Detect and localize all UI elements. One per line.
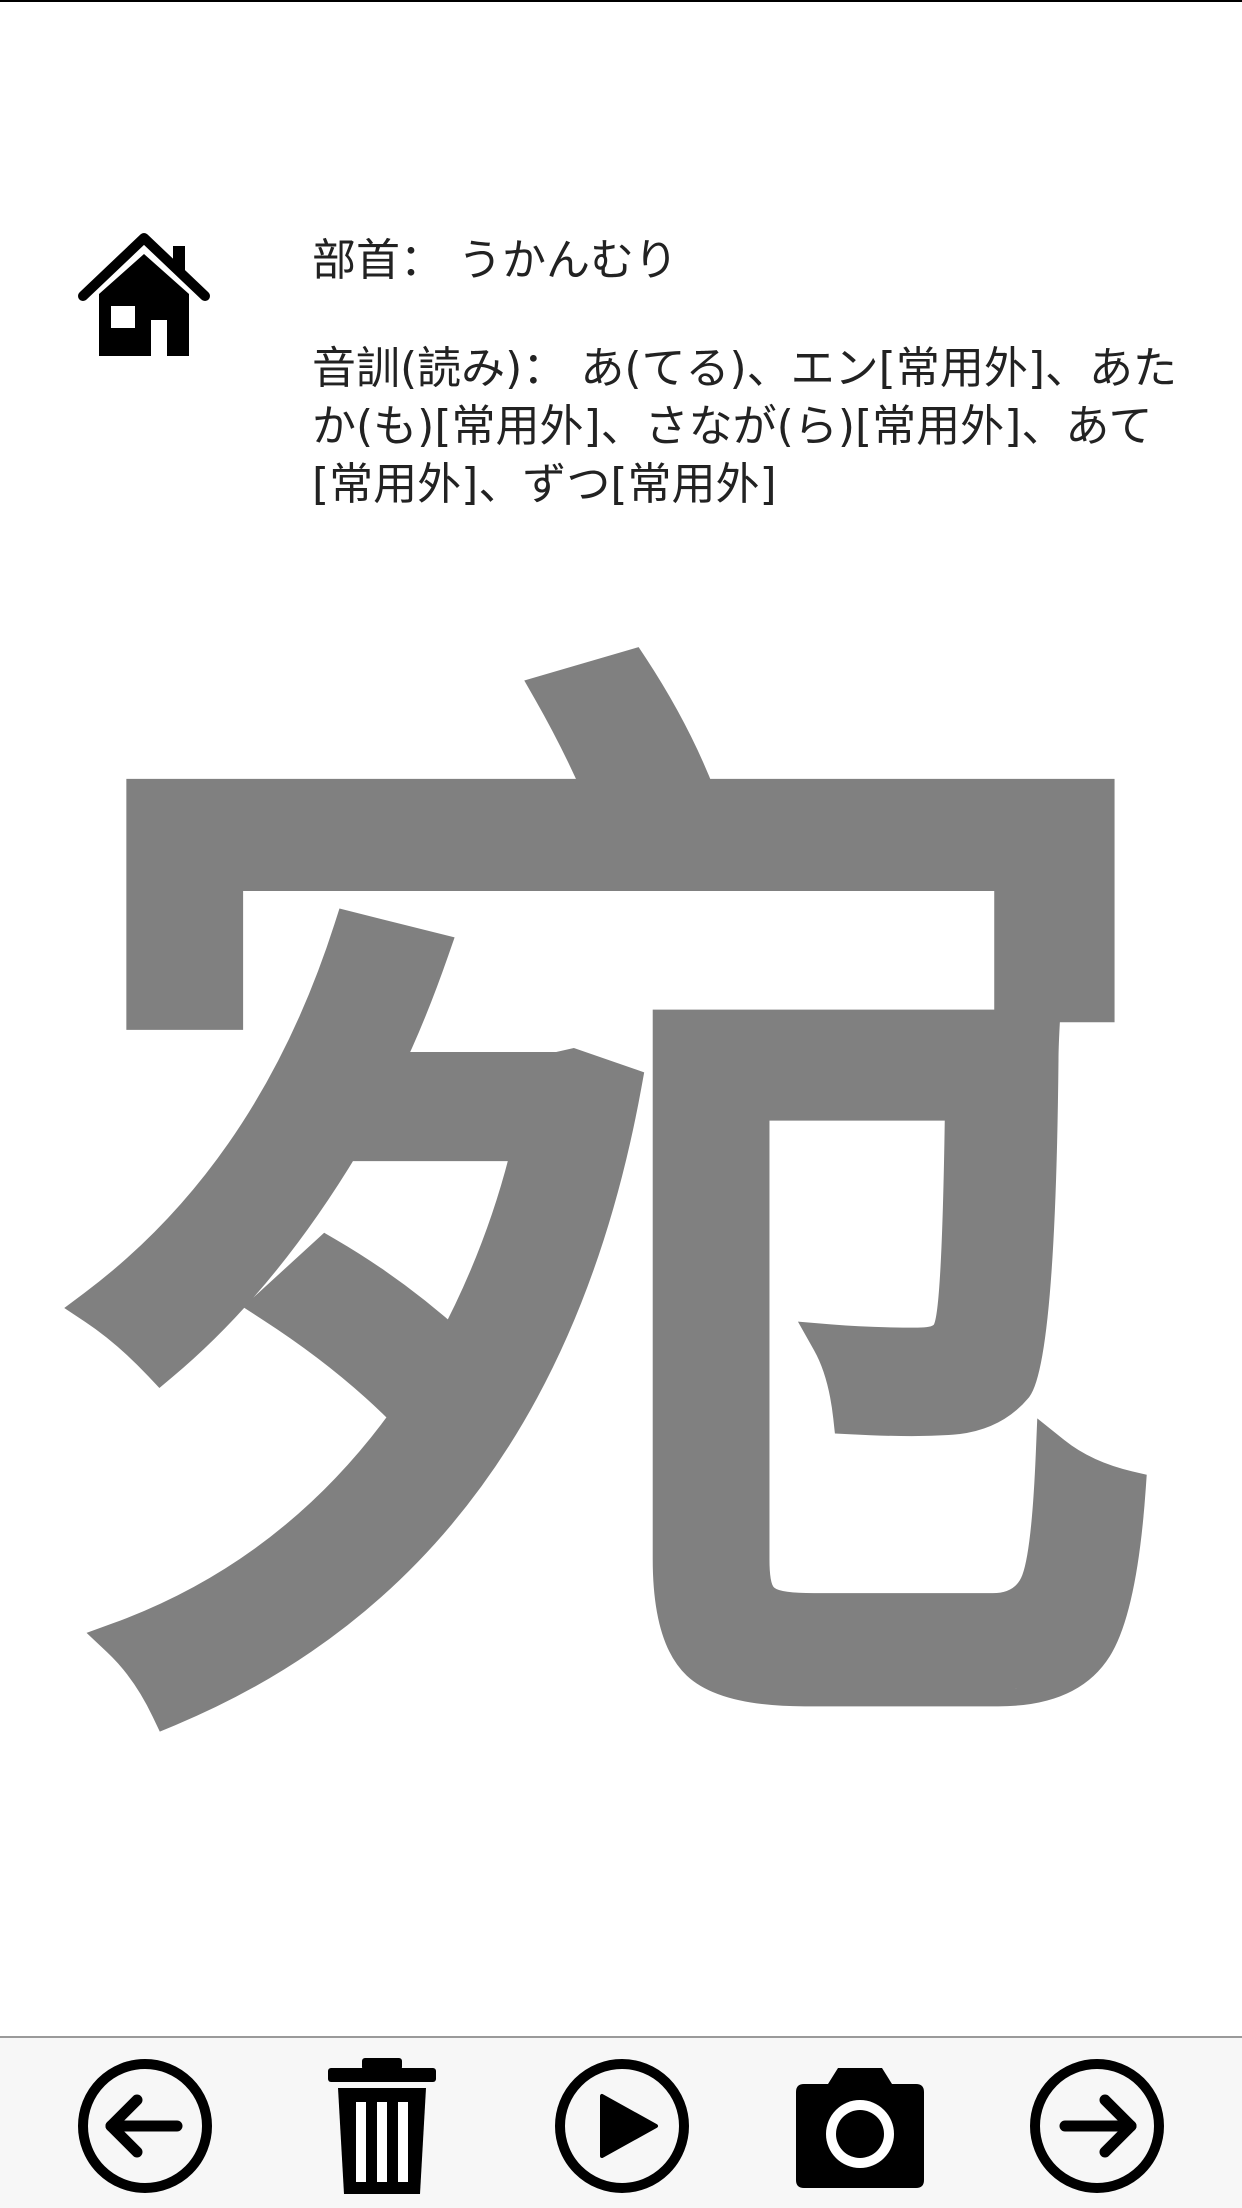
radical-value: うかんむり bbox=[458, 235, 678, 286]
radical-label: 部首： bbox=[312, 235, 444, 286]
play-circle-icon bbox=[555, 2059, 689, 2193]
radical-row: 部首： うかんむり bbox=[312, 232, 1192, 290]
reading-label: 音訓(読み)： bbox=[312, 343, 567, 394]
arrow-left-circle-icon bbox=[78, 2059, 212, 2193]
kanji-detail-screen: 部首： うかんむり 音訓(読み)： あ(てる)、エン[常用外]、あたか(も)[常… bbox=[0, 0, 1242, 2208]
camera-icon bbox=[796, 2068, 924, 2188]
next-button[interactable] bbox=[1027, 2056, 1167, 2196]
home-icon bbox=[78, 233, 210, 356]
kanji-canvas[interactable]: 宛 bbox=[40, 642, 1202, 1802]
home-button[interactable] bbox=[75, 224, 213, 362]
kanji-character: 宛 bbox=[61, 564, 1181, 1880]
camera-button[interactable] bbox=[790, 2056, 930, 2196]
reading-row: 音訓(読み)： あ(てる)、エン[常用外]、あたか(も)[常用外]、さなが(ら)… bbox=[312, 340, 1192, 514]
previous-button[interactable] bbox=[75, 2056, 215, 2196]
bottom-toolbar bbox=[0, 2036, 1242, 2208]
arrow-right-circle-icon bbox=[1030, 2059, 1164, 2193]
trash-icon bbox=[328, 2058, 436, 2194]
kanji-info: 部首： うかんむり 音訓(読み)： あ(てる)、エン[常用外]、あたか(も)[常… bbox=[312, 232, 1192, 514]
delete-button[interactable] bbox=[312, 2056, 452, 2196]
play-button[interactable] bbox=[552, 2056, 692, 2196]
